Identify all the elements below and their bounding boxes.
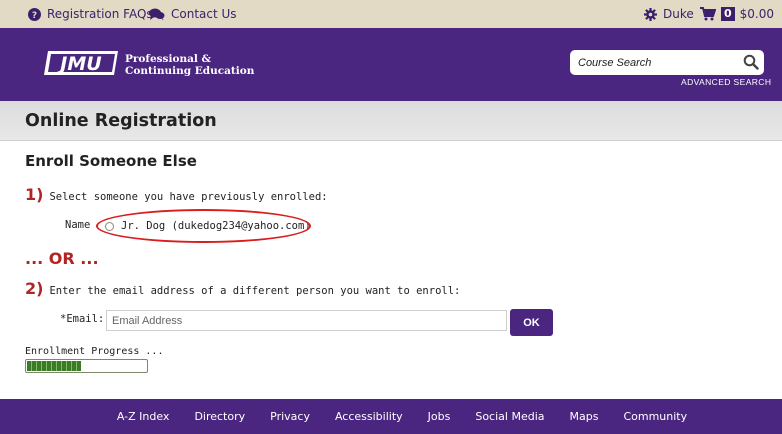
user-name: Duke xyxy=(663,7,694,21)
footer-link-privacy[interactable]: Privacy xyxy=(270,410,310,423)
svg-text:JMU: JMU xyxy=(56,53,102,75)
user-account-link[interactable]: Duke xyxy=(644,0,694,28)
question-circle-icon: ? xyxy=(28,7,41,21)
or-divider: ... OR ... xyxy=(25,249,99,268)
cart-icon xyxy=(700,7,716,21)
footer-link-a-z-index[interactable]: A-Z Index xyxy=(117,410,170,423)
progress-fill xyxy=(27,361,81,371)
footer-link-jobs[interactable]: Jobs xyxy=(428,410,451,423)
cart-total: $0.00 xyxy=(739,7,775,21)
contact-us-link[interactable]: Contact Us xyxy=(149,0,237,28)
chat-bubbles-icon xyxy=(149,8,165,21)
cart-count-badge: 0 xyxy=(721,7,735,21)
logo-line-2: Continuing Education xyxy=(125,65,255,77)
footer-link-community[interactable]: Community xyxy=(623,410,687,423)
step-2-number: 2) xyxy=(25,279,44,298)
footer-nav: A-Z Index Directory Privacy Accessibility Jo… xyxy=(0,399,782,434)
logo-text: Professional & Continuing Education xyxy=(125,53,254,77)
section-title: Enroll Someone Else xyxy=(25,152,197,170)
site-footer: A-Z Index Directory Privacy Accessibility Jo… xyxy=(0,399,782,434)
footer-link-directory[interactable]: Directory xyxy=(194,410,245,423)
step-1: 1) Select someone you have previously en… xyxy=(25,185,328,204)
enrollment-progress-bar xyxy=(25,359,148,373)
contact-us-label: Contact Us xyxy=(171,7,237,21)
registration-faqs-label: Registration FAQs xyxy=(47,7,153,21)
search-icon[interactable] xyxy=(743,54,759,74)
step-1-number: 1) xyxy=(25,185,44,204)
progress-label: Enrollment Progress ... xyxy=(25,346,164,357)
title-band: Online Registration xyxy=(0,101,782,141)
footer-link-accessibility[interactable]: Accessibility xyxy=(335,410,403,423)
course-search-box xyxy=(570,50,764,75)
cart-link[interactable]: 0 $0.00 xyxy=(700,0,774,28)
svg-text:?: ? xyxy=(32,11,37,21)
page-title: Online Registration xyxy=(25,111,217,131)
step-2-text: Enter the email address of a different p… xyxy=(49,285,461,297)
site-header: JMU Professional & Continuing Education xyxy=(0,28,782,101)
email-label: *Email: xyxy=(60,313,105,325)
course-search-input[interactable] xyxy=(570,51,735,74)
email-field[interactable] xyxy=(106,310,507,331)
advanced-search-link[interactable]: ADVANCED SEARCH xyxy=(681,77,771,87)
step-2: 2) Enter the email address of a differen… xyxy=(25,279,460,298)
name-label: Name xyxy=(65,219,91,231)
jmu-logo-mark: JMU xyxy=(42,50,120,80)
step-1-text: Select someone you have previously enrol… xyxy=(49,191,328,203)
logo-line-1: Professional & xyxy=(125,53,212,65)
jmu-logo[interactable]: JMU Professional & Continuing Education xyxy=(42,50,254,80)
registration-faqs-link[interactable]: ? Registration FAQs xyxy=(28,0,153,28)
highlight-ellipse xyxy=(96,209,311,243)
ok-button[interactable]: OK xyxy=(510,309,553,336)
footer-link-maps[interactable]: Maps xyxy=(570,410,599,423)
footer-link-social-media[interactable]: Social Media xyxy=(475,410,544,423)
gear-icon xyxy=(644,7,657,21)
utility-bar: ? Registration FAQs Contact Us Duke 0 $0… xyxy=(0,0,782,28)
